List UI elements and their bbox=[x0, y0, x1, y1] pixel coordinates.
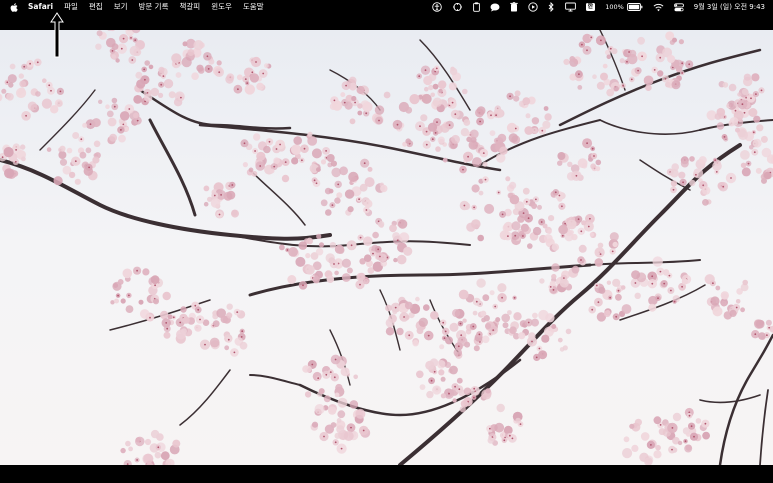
dock-area bbox=[0, 465, 773, 483]
trash-icon[interactable] bbox=[509, 0, 518, 14]
bluetooth-icon[interactable] bbox=[548, 0, 555, 14]
menu-window[interactable]: 윈도우 bbox=[211, 0, 232, 14]
cursor-arrow-icon bbox=[50, 12, 64, 58]
cherry-blossom-photo bbox=[0, 30, 773, 465]
battery-icon bbox=[626, 3, 643, 11]
display-icon[interactable] bbox=[564, 0, 576, 14]
menu-edit[interactable]: 편집 bbox=[89, 0, 103, 14]
messages-icon[interactable] bbox=[490, 0, 500, 14]
menu-bar: Safari 파일 편집 보기 방문 기록 책갈피 윈도우 도움말 한 100%… bbox=[0, 0, 773, 14]
menu-help[interactable]: 도움말 bbox=[243, 0, 264, 14]
battery-status[interactable]: 100% bbox=[605, 0, 643, 14]
apple-logo-icon[interactable] bbox=[10, 2, 19, 12]
battery-percent: 100% bbox=[605, 3, 624, 11]
ime-label: 한 bbox=[585, 3, 596, 11]
menu-file[interactable]: 파일 bbox=[64, 0, 78, 14]
menu-view[interactable]: 보기 bbox=[114, 0, 128, 14]
sync-icon[interactable] bbox=[452, 0, 463, 14]
wifi-icon[interactable] bbox=[653, 0, 664, 14]
control-center-icon[interactable] bbox=[673, 0, 684, 14]
menu-history[interactable]: 방문 기록 bbox=[139, 0, 169, 14]
play-icon[interactable] bbox=[528, 0, 538, 14]
accessibility-icon[interactable] bbox=[431, 0, 442, 14]
desktop-wallpaper bbox=[0, 30, 773, 465]
input-source-indicator[interactable]: 한 bbox=[585, 0, 596, 14]
menu-bookmarks[interactable]: 책갈피 bbox=[179, 0, 200, 14]
menubar-clock[interactable]: 9월 3일 (일) 오전 9:43 bbox=[694, 0, 765, 14]
clipboard-icon[interactable] bbox=[472, 0, 480, 14]
